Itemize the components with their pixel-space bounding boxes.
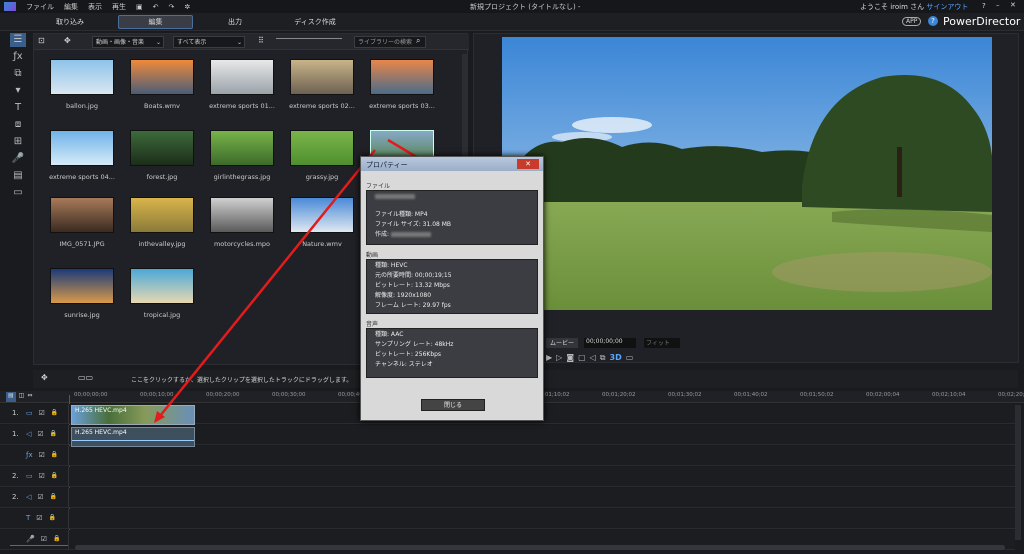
properties-dialog: プロパティー ✕ ファイル ファイル種類: MP4 ファイル サイズ: 31.0… bbox=[360, 156, 544, 421]
close-button[interactable]: 閉じる bbox=[421, 399, 485, 411]
file-section-header: ファイル bbox=[366, 183, 391, 190]
audio-section-header: 音声 bbox=[366, 321, 379, 328]
video-section-header: 動画 bbox=[366, 252, 379, 259]
dialog-titlebar: プロパティー ✕ bbox=[361, 157, 543, 171]
dialog-close-icon[interactable]: ✕ bbox=[517, 159, 539, 169]
video-section: 種類: HEVC 元の所要時間: 00;00;19;15 ビットレート: 13.… bbox=[366, 259, 538, 314]
audio-section: 種類: AAC サンプリング レート: 48kHz ビットレート: 256Kbp… bbox=[366, 328, 538, 378]
file-section: ファイル種類: MP4 ファイル サイズ: 31.08 MB 作成: bbox=[366, 190, 538, 245]
